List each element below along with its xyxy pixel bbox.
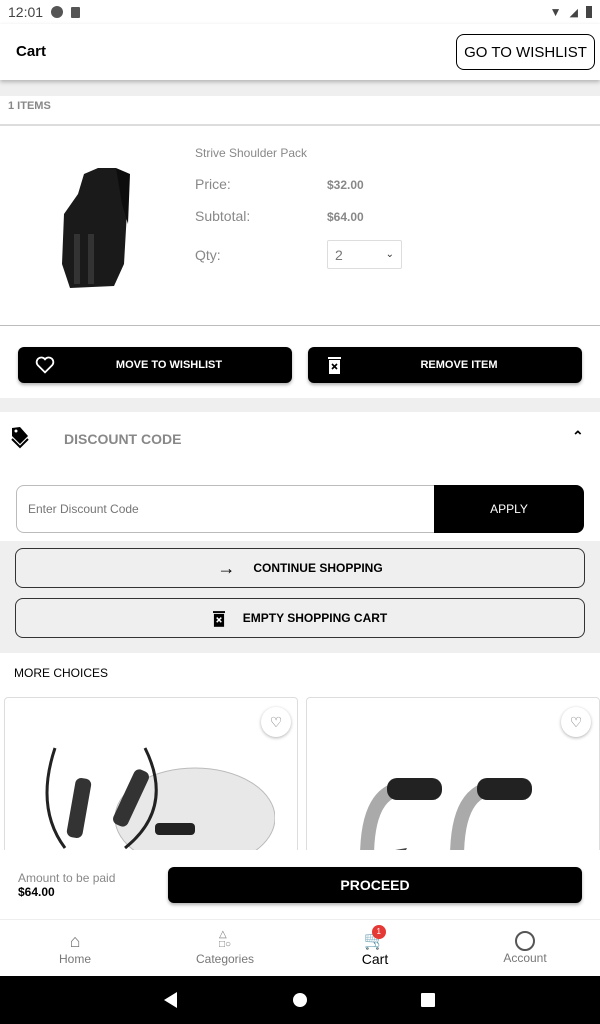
status-bar: 12:01 ▼ ◢ <box>0 0 600 24</box>
move-to-wishlist-button[interactable]: MOVE TO WISHLIST <box>18 347 292 383</box>
cart-badge: 1 <box>371 924 386 939</box>
nav-home[interactable]: ⌂ Home <box>0 920 150 976</box>
remove-item-button[interactable]: REMOVE ITEM <box>308 347 582 383</box>
bottom-nav: ⌂ Home △ □○ Categories 🛒 1 Cart Account <box>0 920 600 976</box>
system-nav-bar <box>0 976 600 1024</box>
discount-code-input[interactable] <box>16 485 436 533</box>
divider <box>0 80 600 96</box>
cart-icon: 🛒 1 <box>364 924 386 951</box>
items-count: 1 ITEMS <box>0 96 600 126</box>
amount-label: Amount to be paid <box>18 871 116 885</box>
nav-categories[interactable]: △ □○ Categories <box>150 920 300 976</box>
empty-cart-label: EMPTY SHOPPING CART <box>242 611 388 625</box>
trash-icon <box>328 357 341 374</box>
heart-icon: ♡ <box>269 713 283 730</box>
arrow-right-icon: → <box>217 557 236 578</box>
page-title: Cart <box>16 43 47 60</box>
nav-label: Account <box>503 951 547 965</box>
subtotal-label: Subtotal: <box>195 208 251 224</box>
tag-icon <box>11 427 29 449</box>
heart-icon: ♡ <box>569 713 583 730</box>
product-name[interactable]: Strive Shoulder Pack <box>195 146 307 160</box>
product-card[interactable]: ♡ <box>306 697 600 867</box>
product-image <box>45 747 275 858</box>
wifi-icon: ▼ <box>549 5 562 19</box>
trash-icon <box>212 610 225 627</box>
cart-actions: → CONTINUE SHOPPING EMPTY SHOPPING CART <box>0 541 600 653</box>
continue-shopping-button[interactable]: → CONTINUE SHOPPING <box>15 548 585 588</box>
chevron-down-icon: ⌄ <box>385 249 394 260</box>
account-icon <box>515 931 535 951</box>
wishlist-heart-button[interactable]: ♡ <box>261 707 291 737</box>
product-card[interactable]: ♡ <box>4 697 298 867</box>
continue-shopping-label: CONTINUE SHOPPING <box>253 561 383 575</box>
divider <box>0 398 600 412</box>
go-to-wishlist-button[interactable]: GO TO WISHLIST <box>456 34 595 70</box>
amount-value: $64.00 <box>18 885 55 899</box>
nav-label: Cart <box>361 950 389 967</box>
recents-icon[interactable] <box>421 993 435 1007</box>
nav-label: Home <box>58 951 91 966</box>
price-label: Price: <box>195 176 231 192</box>
qty-value: 2 <box>335 246 343 263</box>
status-time: 12:01 <box>8 4 44 20</box>
product-image[interactable] <box>58 164 134 290</box>
signal-icon: ◢ <box>569 6 578 19</box>
move-to-wishlist-label: MOVE TO WISHLIST <box>115 359 223 371</box>
more-choices-title: MORE CHOICES <box>14 666 109 680</box>
nav-label: Categories <box>195 952 255 966</box>
remove-item-label: REMOVE ITEM <box>420 359 498 371</box>
discount-header[interactable]: DISCOUNT CODE ⌃ <box>0 412 600 466</box>
cart-item: Strive Shoulder Pack Price: $32.00 Subto… <box>0 128 600 326</box>
qty-label: Qty: <box>195 247 221 263</box>
checkout-bar: Amount to be paid $64.00 PROCEED <box>0 850 600 920</box>
categories-icon: △ □○ <box>218 929 232 950</box>
battery-icon <box>586 6 592 18</box>
back-icon[interactable] <box>164 992 177 1008</box>
home-circle-icon[interactable] <box>293 993 307 1007</box>
qty-select[interactable]: 2 ⌄ <box>327 240 402 269</box>
empty-cart-button[interactable]: EMPTY SHOPPING CART <box>15 598 585 638</box>
apply-button[interactable]: APPLY <box>434 485 584 533</box>
nav-cart[interactable]: 🛒 1 Cart <box>300 920 450 976</box>
wishlist-heart-button[interactable]: ♡ <box>561 707 591 737</box>
app-header: Cart GO TO WISHLIST <box>0 24 600 80</box>
heart-icon <box>35 356 55 374</box>
home-icon: ⌂ <box>69 930 81 951</box>
discount-title: DISCOUNT CODE <box>64 431 182 447</box>
nav-account[interactable]: Account <box>450 920 600 976</box>
sd-card-icon <box>71 6 81 18</box>
app-status-icon <box>51 6 64 18</box>
subtotal-value: $64.00 <box>327 210 364 224</box>
chevron-up-icon[interactable]: ⌃ <box>572 428 584 445</box>
price-value: $32.00 <box>327 178 364 192</box>
proceed-button[interactable]: PROCEED <box>168 867 582 903</box>
